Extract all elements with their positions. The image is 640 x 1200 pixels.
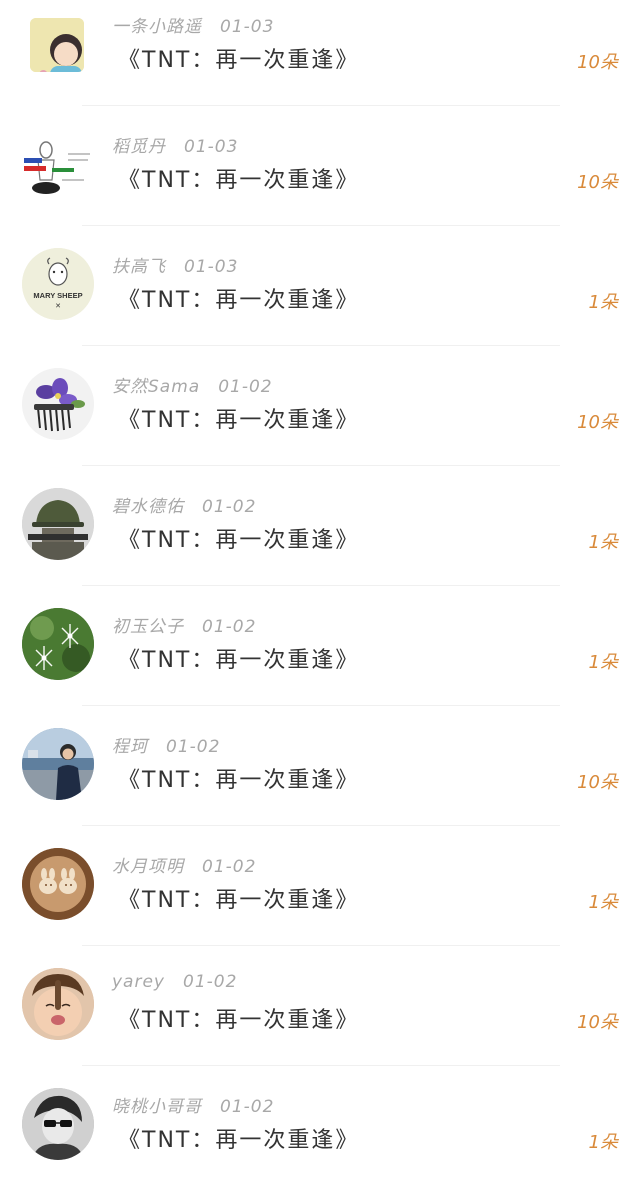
- gift-amount: 10朵: [577, 1012, 618, 1033]
- gift-amount: 10朵: [577, 52, 618, 73]
- gift-title: 《TNT：再一次重逢》: [118, 528, 360, 553]
- gift-amount: 1朵: [588, 652, 618, 673]
- gift-date: 01-02: [202, 857, 257, 877]
- divider: [82, 705, 560, 706]
- divider: [82, 105, 560, 106]
- divider: [82, 345, 560, 346]
- gift-meta: 稻觅丹 01-03: [112, 132, 238, 157]
- gift-amount: 1朵: [588, 892, 618, 913]
- gift-list: 一条小路遥01-03 《TNT：再一次重逢》 10朵 稻觅丹01-03 《T: [0, 0, 640, 1186]
- gift-title: 《TNT：再一次重逢》: [118, 288, 360, 313]
- username[interactable]: 初玉公子: [112, 617, 184, 637]
- list-item[interactable]: 水月项明 01-02 《TNT：再一次重逢》 1朵: [0, 840, 640, 960]
- gift-amount: 10朵: [577, 412, 618, 433]
- gift-meta: 安然Sama 01-02: [112, 372, 273, 397]
- gift-title: 《TNT：再一次重逢》: [118, 888, 360, 913]
- username[interactable]: 晓桃小哥哥: [112, 1097, 202, 1117]
- list-item[interactable]: 初玉公子 01-02 《TNT：再一次重逢》 1朵: [0, 600, 640, 720]
- list-item[interactable]: 晓桃小哥哥 01-02 《TNT：再一次重逢》 1朵: [0, 1080, 640, 1200]
- list-item[interactable]: MARY SHEEP ✕ 扶高飞 01-03 《TNT：再一次重逢》 1朵: [0, 240, 640, 360]
- gift-date: 01-02: [202, 497, 257, 517]
- latte-art-avatar[interactable]: [22, 848, 94, 920]
- divider: [82, 465, 560, 466]
- list-item[interactable]: 稻觅丹 01-03 《TNT：再一次重逢》 10朵: [0, 120, 640, 240]
- gift-meta: 一条小路遥 01-03: [112, 12, 274, 37]
- username[interactable]: 稻觅丹: [112, 137, 166, 157]
- svg-text:MARY SHEEP: MARY SHEEP: [33, 291, 82, 300]
- gift-title: 《TNT：再一次重逢》: [118, 168, 360, 193]
- svg-text:✕: ✕: [55, 303, 61, 310]
- mary-sheep-avatar[interactable]: MARY SHEEP ✕: [22, 248, 94, 320]
- gift-date: 01-02: [202, 617, 257, 637]
- list-item[interactable]: 一条小路遥 01-03 《TNT：再一次重逢》 10朵: [0, 0, 640, 120]
- gift-date: 01-02: [220, 1097, 275, 1117]
- list-item[interactable]: yarey 01-02 《TNT：再一次重逢》 10朵: [0, 960, 640, 1080]
- man-harbor-avatar[interactable]: [22, 728, 94, 800]
- username[interactable]: yarey: [112, 972, 165, 992]
- divider: [82, 1065, 560, 1066]
- gift-meta: 水月项明 01-02: [112, 852, 256, 877]
- gift-date: 01-03: [184, 257, 239, 277]
- gift-meta: 初玉公子 01-02: [112, 612, 256, 637]
- gift-amount: 1朵: [588, 532, 618, 553]
- gift-meta: 扶高飞 01-03: [112, 252, 238, 277]
- sparkle-green-avatar[interactable]: [22, 608, 94, 680]
- gift-meta: 碧水德佑 01-02: [112, 492, 256, 517]
- gift-meta: yarey 01-02: [112, 972, 237, 992]
- sketch-figure-avatar[interactable]: [22, 128, 94, 200]
- gift-title: 《TNT：再一次重逢》: [118, 1008, 360, 1033]
- gift-title: 《TNT：再一次重逢》: [118, 408, 360, 433]
- username[interactable]: 一条小路遥: [112, 17, 202, 37]
- gift-amount: 10朵: [577, 772, 618, 793]
- divider: [82, 825, 560, 826]
- gift-date: 01-02: [183, 972, 238, 992]
- username[interactable]: 水月项明: [112, 857, 184, 877]
- gift-date: 01-02: [166, 737, 221, 757]
- anime-girl-avatar[interactable]: [30, 18, 84, 72]
- gift-meta: 程珂 01-02: [112, 732, 220, 757]
- username[interactable]: 安然Sama: [112, 377, 200, 397]
- soldier-helmet-avatar[interactable]: [22, 488, 94, 560]
- child-face-avatar[interactable]: [22, 968, 94, 1040]
- gift-title: 《TNT：再一次重逢》: [118, 648, 360, 673]
- username[interactable]: 程珂: [112, 737, 148, 757]
- divider: [82, 225, 560, 226]
- list-item[interactable]: 碧水德佑 01-02 《TNT：再一次重逢》 1朵: [0, 480, 640, 600]
- sunglasses-portrait-avatar[interactable]: [22, 1088, 94, 1160]
- gift-date: 01-03: [184, 137, 239, 157]
- divider: [82, 585, 560, 586]
- gift-title: 《TNT：再一次重逢》: [118, 48, 360, 73]
- list-item[interactable]: 程珂 01-02 《TNT：再一次重逢》 10朵: [0, 720, 640, 840]
- gift-amount: 10朵: [577, 172, 618, 193]
- list-item[interactable]: 安然Sama 01-02 《TNT：再一次重逢》 10朵: [0, 360, 640, 480]
- flower-hairpin-avatar[interactable]: [22, 368, 94, 440]
- gift-title: 《TNT：再一次重逢》: [118, 1128, 360, 1153]
- gift-date: 01-02: [218, 377, 273, 397]
- gift-amount: 1朵: [588, 1132, 618, 1153]
- gift-title: 《TNT：再一次重逢》: [118, 768, 360, 793]
- divider: [82, 945, 560, 946]
- username[interactable]: 扶高飞: [112, 257, 166, 277]
- gift-meta: 晓桃小哥哥 01-02: [112, 1092, 274, 1117]
- username[interactable]: 碧水德佑: [112, 497, 184, 517]
- gift-date: 01-03: [220, 17, 275, 37]
- gift-amount: 1朵: [588, 292, 618, 313]
